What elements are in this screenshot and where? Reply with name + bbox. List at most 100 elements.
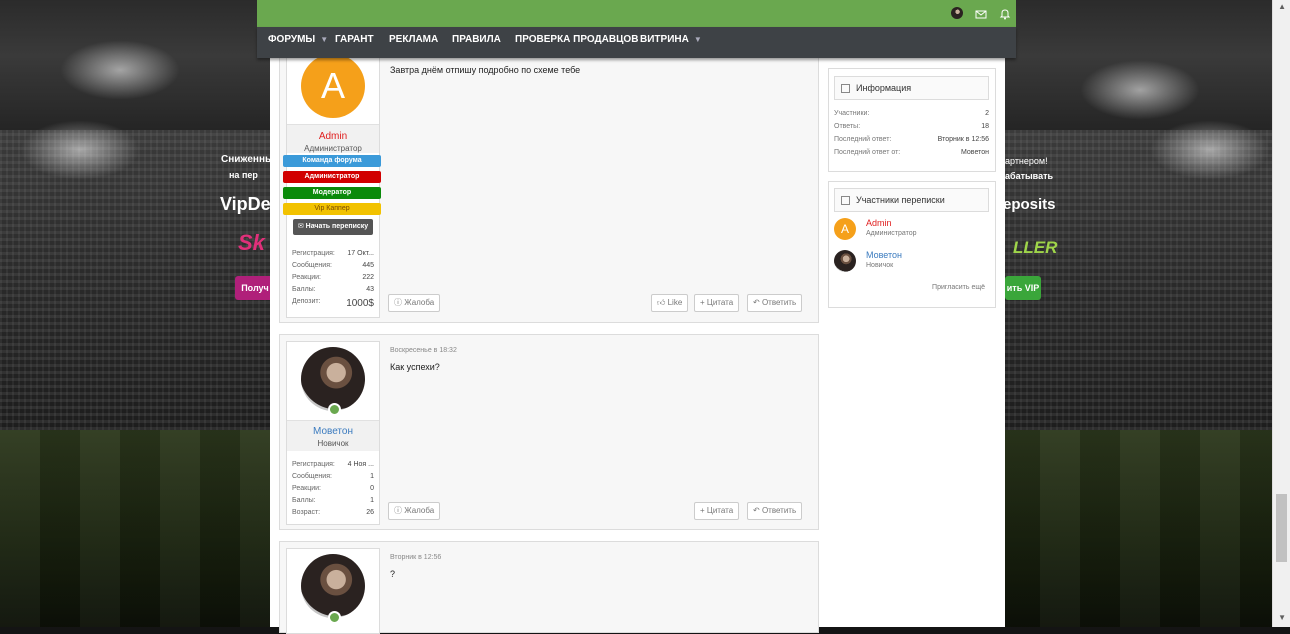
plus-icon: +	[700, 506, 707, 515]
nav-label: ФОРУМЫ	[268, 34, 316, 45]
top-bar	[257, 0, 1016, 27]
right-ad-logo-2: LLER	[1013, 238, 1058, 257]
nav-showcase[interactable]: ВИТРИНА ▼	[640, 27, 702, 58]
left-ad-text-1: Сниженны	[221, 154, 274, 165]
avatar[interactable]: A	[834, 218, 856, 240]
user-role: Администратор	[304, 144, 362, 153]
avatar[interactable]: A	[301, 54, 365, 118]
stat-value: 17 Окт...	[347, 250, 374, 257]
info-label: Ответы:	[834, 123, 861, 130]
report-icon: ⓘ	[394, 298, 405, 307]
banner-vip-capper: Vip Каппер	[283, 203, 381, 215]
nav-guarantor[interactable]: ГАРАНТ	[335, 27, 374, 58]
bell-icon[interactable]	[999, 7, 1011, 20]
stat-value: 43	[366, 286, 374, 293]
invite-more-link[interactable]: Пригласить ещё	[932, 284, 985, 291]
online-status-icon	[328, 403, 341, 416]
reply-button[interactable]: ↶ Ответить	[747, 294, 803, 312]
participant-name[interactable]: Моветон	[866, 250, 902, 260]
quote-label: Цитата	[706, 506, 734, 515]
user-role: Новичок	[317, 439, 349, 448]
info-label: Последний ответ от:	[834, 149, 901, 156]
user-avatar[interactable]	[951, 7, 963, 19]
play-icon	[841, 84, 850, 94]
stat-label: Сообщения:	[292, 262, 332, 269]
left-ad-logo: VipDe	[220, 194, 271, 214]
avatar[interactable]	[834, 250, 856, 272]
quote-button[interactable]: + Цитата	[694, 294, 740, 312]
stat-label: Баллы:	[292, 497, 316, 504]
quote-label: Цитата	[706, 298, 734, 307]
participant-name[interactable]: Admin	[866, 218, 892, 228]
stat-value: 0	[370, 485, 374, 492]
avatar[interactable]	[301, 554, 365, 618]
stat-value: 4 Ноя ...	[347, 461, 374, 468]
info-header: Информация	[834, 76, 989, 100]
post-text: Завтра днём отпишу подробно по схеме теб…	[390, 65, 581, 75]
user-card-moveton	[286, 548, 380, 634]
online-status-icon	[328, 611, 341, 624]
post-text: ?	[390, 569, 396, 579]
like-label: Like	[667, 298, 683, 307]
nav-rules[interactable]: ПРАВИЛА	[452, 27, 501, 58]
participants-block: Участники переписки A Admin Администрато…	[828, 181, 996, 308]
right-ad-logo: eposits	[1003, 196, 1056, 213]
post-time[interactable]: Вторник в 12:56	[390, 554, 441, 561]
info-value[interactable]: Вторник в 12:56	[938, 136, 989, 143]
page-scrollbar[interactable]: ▲ ▼	[1272, 0, 1290, 627]
stat-label: Реакции:	[292, 485, 321, 492]
left-ad-button[interactable]: Получ	[235, 276, 275, 300]
scroll-down-arrow-icon[interactable]: ▼	[1278, 613, 1286, 622]
caret-down-icon[interactable]: ▼	[320, 35, 328, 44]
participants-title: Участники переписки	[856, 195, 945, 205]
participant-moveton[interactable]: Моветон Новичок	[834, 250, 989, 274]
start-conversation-button[interactable]: ✉ Начать переписку	[293, 219, 373, 235]
info-value: 2	[985, 110, 989, 117]
reply-button[interactable]: ↶ Ответить	[747, 502, 803, 520]
nav-forums[interactable]: ФОРУМЫ ▼	[268, 27, 328, 58]
envelope-icon[interactable]	[975, 7, 987, 19]
report-icon: ⓘ	[394, 506, 405, 515]
avatar[interactable]	[301, 347, 365, 411]
stat-label: Сообщения:	[292, 473, 332, 480]
user-stats: Регистрация: 17 Окт... Сообщения: 445 Реак…	[292, 250, 374, 310]
user-name[interactable]: Admin	[287, 131, 379, 142]
participant-admin[interactable]: A Admin Администратор	[834, 218, 989, 242]
deposit-value: 1000$	[346, 298, 374, 309]
like-button[interactable]: 👍︎ Like	[651, 294, 689, 312]
info-row: Участники: 2	[834, 110, 989, 117]
info-row: Ответы: 18	[834, 123, 989, 130]
right-ad-button[interactable]: ить VIP	[1005, 276, 1041, 300]
post-text: Как успехи?	[390, 362, 440, 372]
caret-down-icon[interactable]: ▼	[694, 35, 702, 44]
user-name[interactable]: Моветон	[287, 426, 379, 437]
report-label: Жалоба	[404, 506, 435, 515]
stat-value: 1	[370, 473, 374, 480]
thumbs-up-icon: 👍︎	[657, 298, 668, 307]
scroll-thumb[interactable]	[1276, 494, 1287, 562]
info-value[interactable]: Моветон	[961, 149, 989, 156]
post-time[interactable]: Воскресенье в 18:32	[390, 347, 457, 354]
left-ad-text-2: на пер	[229, 170, 258, 180]
nav-label: ВИТРИНА	[640, 34, 689, 45]
stat-label: Реакции:	[292, 274, 321, 281]
reply-icon: ↶	[753, 298, 762, 307]
banner-administrator: Администратор	[283, 171, 381, 183]
nav-seller-check[interactable]: ПРОВЕРКА ПРОДАВЦОВ	[515, 27, 638, 58]
participant-role: Администратор	[866, 230, 917, 237]
info-label: Последний ответ:	[834, 136, 892, 143]
scroll-up-arrow-icon[interactable]: ▲	[1278, 2, 1286, 11]
participants-header: Участники переписки	[834, 188, 989, 212]
quote-button[interactable]: + Цитата	[694, 502, 740, 520]
reply-icon: ↶	[753, 506, 762, 515]
user-card-admin: A Admin Администратор Команда форума Адм…	[283, 49, 381, 318]
main-nav: ФОРУМЫ ▼ ГАРАНТ РЕКЛАМА ПРАВИЛА ПРОВЕРКА …	[257, 27, 1016, 58]
right-ad-text-1: артнером!	[1005, 156, 1048, 166]
nav-advertising[interactable]: РЕКЛАМА	[389, 27, 438, 58]
report-button[interactable]: ⓘ Жалоба	[388, 502, 441, 520]
info-label: Участники:	[834, 110, 870, 117]
report-button[interactable]: ⓘ Жалоба	[388, 294, 441, 312]
play-icon	[841, 196, 850, 206]
info-value: 18	[981, 123, 989, 130]
stat-label: Регистрация:	[292, 250, 335, 257]
